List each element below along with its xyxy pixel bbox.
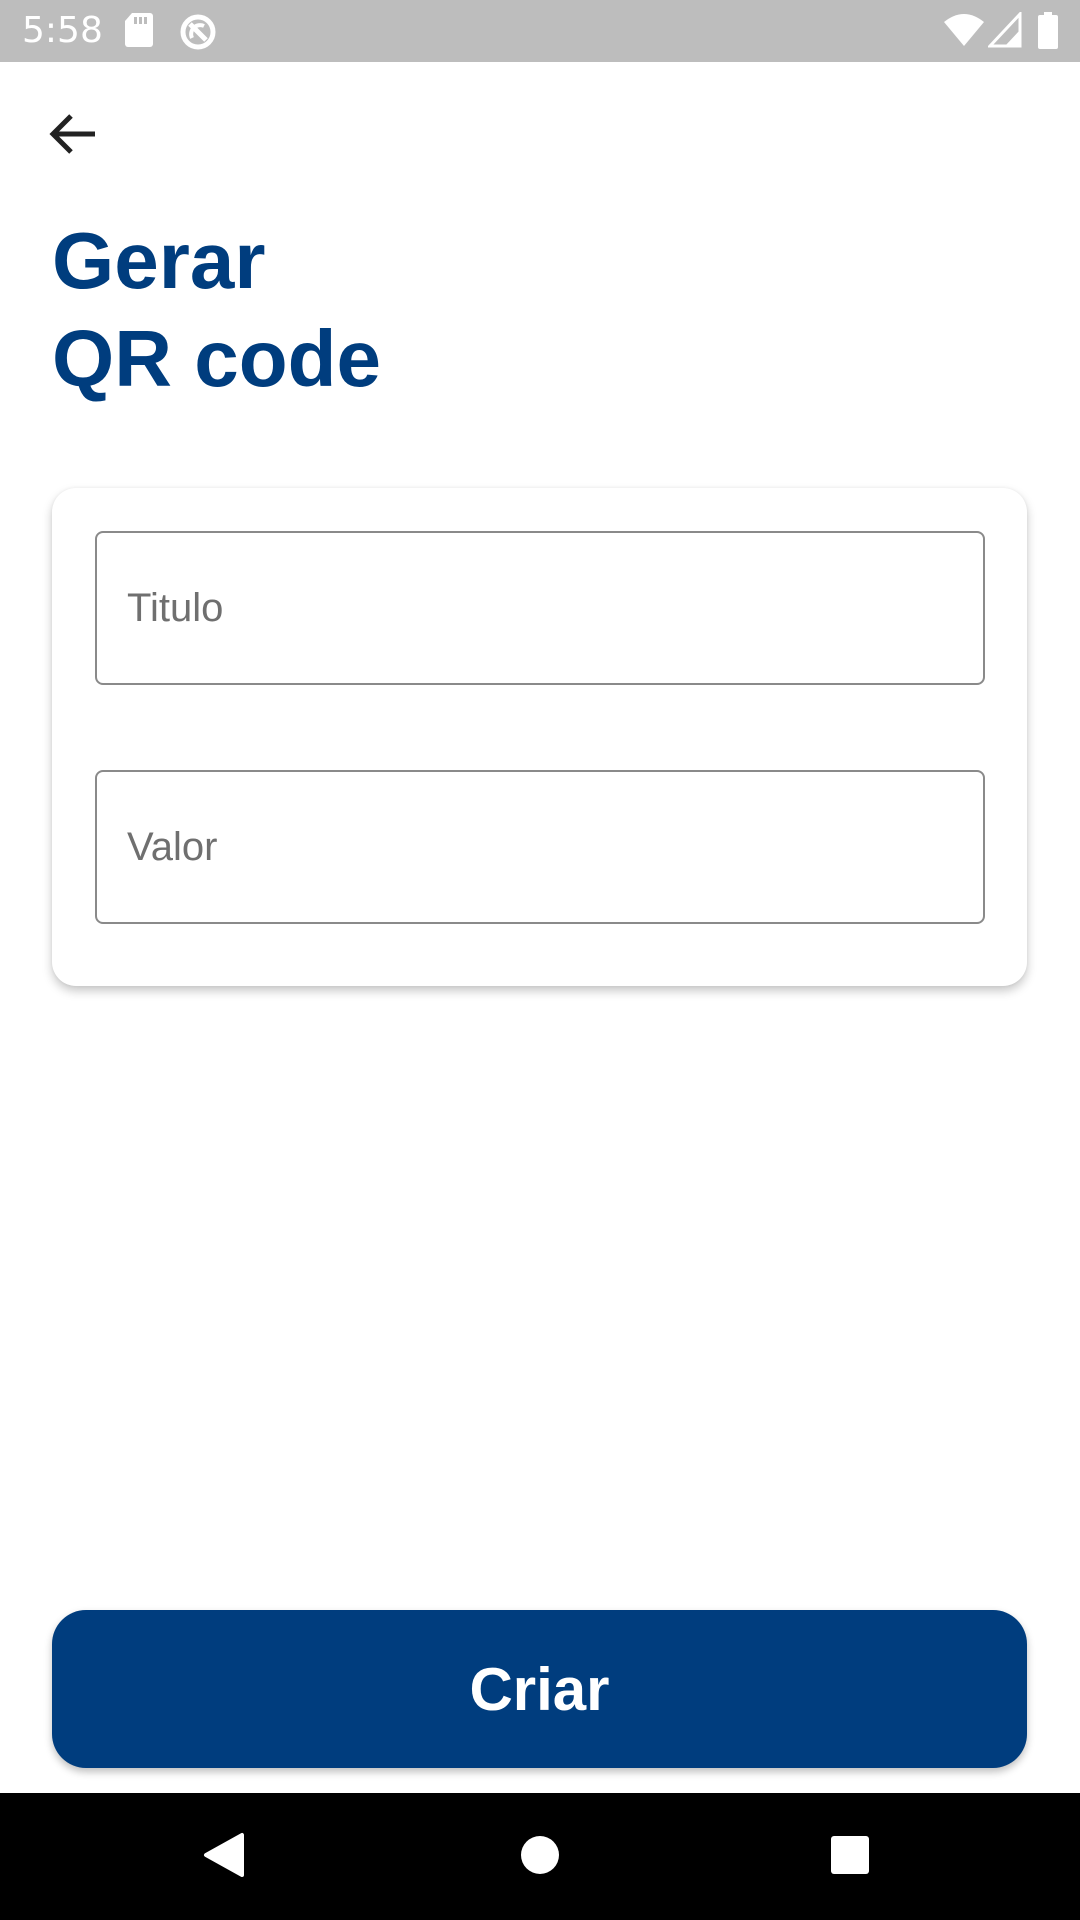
wifi-icon [944,12,984,50]
arrow-back-icon [49,112,99,161]
value-input[interactable] [97,772,983,922]
title-field[interactable] [95,531,985,685]
title-input[interactable] [97,533,983,683]
page-title-line-2: QR code [52,314,381,403]
cell-signal-icon [988,12,1022,50]
nav-recents-button[interactable] [810,1821,890,1893]
nav-back-button[interactable] [184,1821,264,1893]
nav-home-button[interactable] [500,1821,580,1893]
create-button[interactable]: Criar [52,1610,1027,1768]
battery-icon [1037,12,1059,50]
back-triangle-icon [202,1831,246,1884]
sync-disabled-icon [178,12,218,50]
page-title-line-1: Gerar [52,216,266,305]
status-bar: 5:58 [0,0,1080,62]
navigation-bar [0,1793,1080,1920]
status-time: 5:58 [22,10,103,51]
back-button[interactable] [34,96,114,176]
form-card [52,488,1027,986]
sd-card-icon [124,12,154,50]
recents-square-icon [830,1835,870,1880]
page-title: Gerar QR code [52,212,752,408]
home-circle-icon [519,1834,561,1881]
value-field[interactable] [95,770,985,924]
